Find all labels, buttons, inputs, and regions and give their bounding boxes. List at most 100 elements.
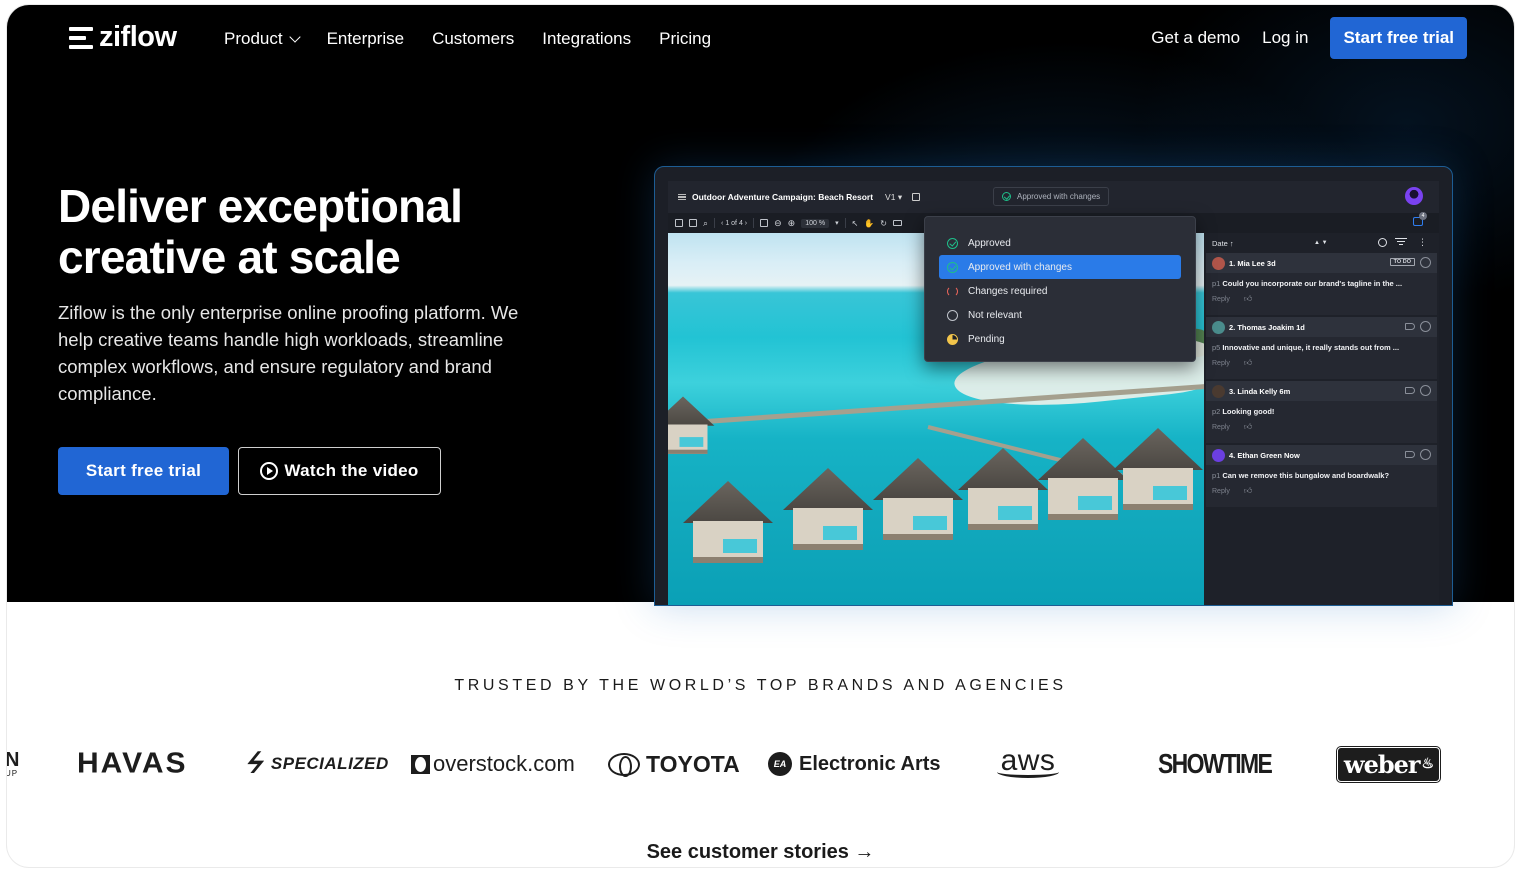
filter-icon [1395, 238, 1407, 246]
status-option-not-relevant[interactable]: Not relevant [939, 303, 1181, 327]
comment-page: p1 [1212, 471, 1221, 480]
nav-actions: Get a demo Log in Start free trial [1151, 17, 1467, 59]
logo-partial-subtext: UP [7, 769, 19, 778]
comment-author: 1. Mia Lee 3d [1229, 258, 1276, 268]
get-demo-link[interactable]: Get a demo [1151, 28, 1240, 48]
reply-link: Reply [1212, 295, 1230, 303]
proof-viewer: Outdoor Adventure Campaign: Beach Resort… [668, 181, 1439, 605]
sort-label: Date [1212, 238, 1228, 248]
comment-text: Can we remove this bungalow and boardwal… [1222, 471, 1390, 480]
nav-start-trial-button[interactable]: Start free trial [1330, 17, 1467, 59]
comment-author: 4. Ethan Green Now [1229, 450, 1300, 460]
version-label: V1 [885, 191, 896, 202]
status-option-label: Changes required [968, 285, 1048, 297]
nav-product[interactable]: Product [224, 29, 301, 49]
hero-ctas: Start free trial Watch the video [58, 447, 441, 495]
nav-customers[interactable]: Customers [432, 29, 514, 49]
zoom-level: 100 % [801, 218, 830, 228]
ruler-icon [892, 220, 902, 226]
comment-page: p2 [1212, 407, 1221, 416]
user-avatar [1405, 187, 1423, 205]
page-indicator: 1 of 4 [725, 219, 743, 227]
ziflow-logo[interactable]: ziflow [69, 23, 177, 52]
chevron-down-icon: ▾ [835, 220, 839, 227]
nav-pricing[interactable]: Pricing [659, 29, 711, 49]
search-icon: ⌕ [703, 217, 709, 228]
search-icon [1378, 238, 1387, 247]
zoom-out-icon: ⊖ [774, 217, 782, 228]
clock-icon [947, 333, 958, 345]
todo-badge: TO DO [1389, 258, 1415, 266]
comment-text: Looking good! [1222, 407, 1275, 416]
toolbar-divider [844, 218, 846, 228]
avatar [1212, 320, 1225, 334]
comment-page: p5 [1212, 343, 1221, 352]
see-customer-stories-link[interactable]: See customer stories → [7, 841, 1514, 864]
watch-video-button[interactable]: Watch the video [238, 447, 441, 495]
pointer-icon: ↖ [851, 218, 859, 228]
product-screenshot: Outdoor Adventure Campaign: Beach Resort… [654, 166, 1453, 606]
menu-icon [678, 194, 686, 200]
status-option-label: Approved [968, 237, 1011, 249]
comment-count-badge: 4 [1419, 212, 1427, 220]
resolve-circle-icon [1420, 321, 1431, 332]
tag-icon [1405, 323, 1415, 330]
status-option-approved[interactable]: Approved [939, 231, 1181, 255]
nav-integrations[interactable]: Integrations [542, 29, 631, 49]
logo-aws: aws [997, 739, 1059, 789]
sidebar-icon [675, 219, 683, 227]
check-circle-icon [947, 237, 958, 249]
logo-showtime: SHOWTIME [1158, 748, 1273, 779]
refresh-icon [947, 285, 958, 297]
avatar [1212, 256, 1225, 270]
logo-specialized-text: SPECIALIZED [270, 754, 389, 773]
resolve-circle-icon [1420, 449, 1431, 460]
tag-icon [1405, 387, 1415, 394]
logo-partial-text: N [7, 749, 20, 771]
image-bungalow [958, 448, 1048, 538]
comment-text: Could you incorporate our brand's taglin… [1222, 279, 1403, 288]
login-link[interactable]: Log in [1262, 28, 1308, 48]
comment-item: 2. Thomas Joakim 1d p5 Innovative and uni… [1206, 317, 1437, 379]
logo-electronic-arts: EA Electronic Arts [768, 739, 941, 789]
status-option-pending[interactable]: Pending [939, 327, 1181, 351]
tag-icon [1405, 451, 1415, 458]
check-circle-icon [1002, 192, 1011, 201]
avatar [1212, 384, 1225, 398]
version-select: V1 ▾ [885, 191, 903, 202]
logo-overstock: overstock.com [411, 739, 575, 789]
start-trial-button[interactable]: Start free trial [58, 447, 229, 495]
chevron-down-icon [288, 31, 301, 43]
thumbs-up-icon: 👍︎ [1243, 422, 1253, 431]
thumbs-up-icon: 👍︎ [1243, 358, 1253, 367]
comments-header: Date ↑ ▲ ▼ ⋮ [1204, 233, 1439, 253]
weber-badge: weber ♨ [1336, 745, 1441, 783]
comment-author: 2. Thomas Joakim 1d [1229, 322, 1305, 332]
logo-toyota: TOYOTA [608, 739, 740, 789]
hero-section: ziflow Product Enterprise Customers Inte… [7, 5, 1514, 606]
resolve-circle-icon [1420, 257, 1431, 268]
sort-by-date: Date ↑ [1212, 238, 1234, 248]
status-option-changes-required[interactable]: Changes required [939, 279, 1181, 303]
aws-smile-icon [997, 766, 1059, 778]
reply-link: Reply [1212, 359, 1230, 367]
image-bungalow [783, 468, 873, 558]
page-nav: ‹ 1 of 4 › [721, 219, 748, 227]
toolbar-divider [753, 218, 755, 228]
logo-toyota-text: TOYOTA [646, 750, 740, 777]
compare-icon [912, 193, 921, 201]
top-nav: ziflow Product Enterprise Customers Inte… [7, 5, 1514, 75]
proof-status-text: Approved with changes [1017, 192, 1101, 201]
logo-weber-text: weber [1343, 749, 1421, 779]
comment-item: 3. Linda Kelly 6m p2 Looking good! Reply 👍… [1206, 381, 1437, 443]
sort-arrows-icon: ▲ ▼ [1314, 240, 1328, 246]
specialized-s-icon: ϟ [242, 747, 268, 780]
image-bungalow [683, 481, 773, 571]
avatar [1212, 448, 1225, 462]
hand-icon: ✋ [864, 218, 875, 228]
logo-text: ziflow [99, 21, 177, 53]
thumbnails-icon [689, 219, 697, 227]
image-bungalow [873, 458, 963, 548]
nav-enterprise[interactable]: Enterprise [327, 29, 404, 49]
status-option-approved-with-changes[interactable]: Approved with changes [939, 255, 1181, 279]
